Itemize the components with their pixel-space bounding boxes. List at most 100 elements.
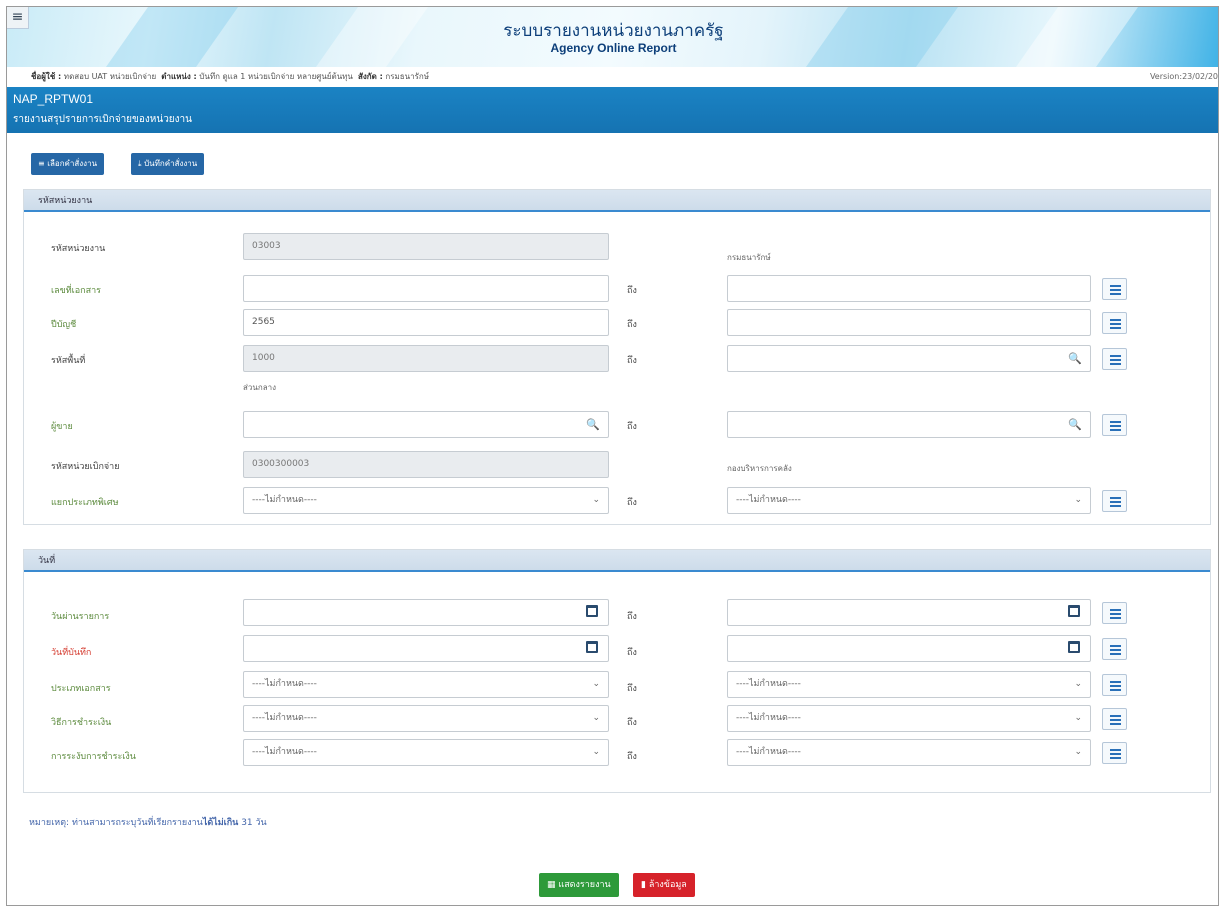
report-icon: ▦ xyxy=(547,880,556,890)
agency-code-label: รหัสหน่วยงาน xyxy=(51,244,106,254)
selected-value: ----ไม่กำหนด---- xyxy=(736,713,801,723)
banner: ≡ ระบบรายงานหน่วยงานภาครัฐ Agency Online… xyxy=(7,7,1218,67)
search-icon[interactable]: 🔍 xyxy=(1068,412,1082,437)
selected-value: ----ไม่กำหนด---- xyxy=(252,747,317,757)
user-label: ชื่อผู้ใช้ : xyxy=(31,72,62,81)
area-name-text: ส่วนกลาง xyxy=(243,383,276,392)
payment-block-from-select[interactable]: ----ไม่กำหนด---- ⌄ xyxy=(243,739,609,766)
save-command-label: บันทึกคำสั่งงาน xyxy=(144,159,198,168)
special-type-to-select[interactable]: ----ไม่กำหนด---- ⌄ xyxy=(727,487,1091,514)
chevron-down-icon: ⌄ xyxy=(592,679,600,689)
date-range-note: หมายเหตุ: ท่านสามารถระบุวันที่เรียกรายงา… xyxy=(29,815,267,829)
show-report-button[interactable]: ▦ แสดงรายงาน xyxy=(539,873,619,897)
vendor-to-input[interactable]: 🔍 xyxy=(727,411,1091,438)
selected-value: ----ไม่กำหนด---- xyxy=(736,679,801,689)
doc-number-from-input[interactable] xyxy=(243,275,609,302)
report-code: NAP_RPTW01 xyxy=(13,92,94,106)
record-date-list-button[interactable] xyxy=(1102,638,1127,660)
user-value: ทดสอบ UAT หน่วยเบิกจ่าย xyxy=(63,72,157,81)
area-code-to-input[interactable]: 🔍 xyxy=(727,345,1091,372)
calendar-icon[interactable] xyxy=(1068,605,1080,617)
select-command-label: เลือกคำสั่งงาน xyxy=(47,159,98,168)
clear-data-button[interactable]: ▮ ล้างข้อมูล xyxy=(633,873,695,897)
to-label: ถึง xyxy=(627,356,637,366)
payment-method-label: วิธีการชำระเงิน xyxy=(51,718,112,728)
note-emphasis: ได้ไม่เกิน xyxy=(202,818,239,828)
select-command-button[interactable]: ≡ เลือกคำสั่งงาน xyxy=(31,153,105,175)
clear-data-label: ล้างข้อมูล xyxy=(648,880,687,890)
disbursement-unit-name: กองบริหารการคลัง xyxy=(727,464,792,473)
doc-number-to-input[interactable] xyxy=(727,275,1091,302)
to-label: ถึง xyxy=(627,422,637,432)
list-icon: ≡ xyxy=(38,159,45,168)
record-date-from-input[interactable] xyxy=(243,635,609,662)
vendor-list-button[interactable] xyxy=(1102,414,1127,436)
disbursement-unit-field[interactable]: 0300300003 xyxy=(243,451,609,478)
to-label: ถึง xyxy=(627,684,637,694)
doc-type-to-select[interactable]: ----ไม่กำหนด---- ⌄ xyxy=(727,671,1091,698)
chevron-down-icon: ⌄ xyxy=(1074,713,1082,723)
fiscal-year-to-input[interactable] xyxy=(727,309,1091,336)
area-code-from-field[interactable]: 1000 xyxy=(243,345,609,372)
agency-name-text: กรมธนารักษ์ xyxy=(727,253,771,262)
area-code-list-button[interactable] xyxy=(1102,348,1127,370)
special-type-label: แยกประเภทพิเศษ xyxy=(51,498,119,508)
position-label: ตำแหน่ง : xyxy=(161,72,197,81)
area-code-label: รหัสพื้นที่ xyxy=(51,356,86,366)
posting-date-list-button[interactable] xyxy=(1102,602,1127,624)
fiscal-year-list-button[interactable] xyxy=(1102,312,1127,334)
chevron-down-icon: ⌄ xyxy=(592,713,600,723)
selected-value: ----ไม่กำหนด---- xyxy=(736,495,801,505)
special-type-list-button[interactable] xyxy=(1102,490,1127,512)
note-text: หมายเหตุ: ท่านสามารถระบุวันที่เรียกรายงา… xyxy=(29,818,203,828)
doc-number-list-button[interactable] xyxy=(1102,278,1127,300)
section-title: วันที่ xyxy=(24,550,1210,572)
doc-type-from-select[interactable]: ----ไม่กำหนด---- ⌄ xyxy=(243,671,609,698)
posting-date-from-input[interactable] xyxy=(243,599,609,626)
doc-type-list-button[interactable] xyxy=(1102,674,1127,696)
payment-block-list-button[interactable] xyxy=(1102,742,1127,764)
special-type-from-select[interactable]: ----ไม่กำหนด---- ⌄ xyxy=(243,487,609,514)
search-icon[interactable]: 🔍 xyxy=(586,412,600,437)
fiscal-year-from-input[interactable]: 2565 xyxy=(243,309,609,336)
posting-date-to-input[interactable] xyxy=(727,599,1091,626)
record-date-label: วันที่บันทึก xyxy=(51,648,92,658)
payment-block-to-select[interactable]: ----ไม่กำหนด---- ⌄ xyxy=(727,739,1091,766)
record-date-to-input[interactable] xyxy=(727,635,1091,662)
payment-method-to-select[interactable]: ----ไม่กำหนด---- ⌄ xyxy=(727,705,1091,732)
payment-method-from-select[interactable]: ----ไม่กำหนด---- ⌄ xyxy=(243,705,609,732)
show-report-label: แสดงรายงาน xyxy=(558,880,611,890)
calendar-icon[interactable] xyxy=(1068,641,1080,653)
fiscal-year-label: ปีบัญชี xyxy=(51,320,77,330)
calendar-icon[interactable] xyxy=(586,641,598,653)
to-label: ถึง xyxy=(627,648,637,658)
save-command-button[interactable]: ⤓ บันทึกคำสั่งงาน xyxy=(131,153,205,175)
calendar-icon[interactable] xyxy=(586,605,598,617)
version-text: Version:23/02/20 xyxy=(1149,72,1218,81)
agency-code-field[interactable]: 03003 xyxy=(243,233,609,260)
selected-value: ----ไม่กำหนด---- xyxy=(252,679,317,689)
vendor-label: ผู้ขาย xyxy=(51,422,73,432)
section-title: รหัสหน่วยงาน xyxy=(24,190,1210,212)
chevron-down-icon: ⌄ xyxy=(592,495,600,505)
report-name: รายงานสรุปรายการเบิกจ่ายของหน่วยงาน xyxy=(13,114,193,125)
payment-method-list-button[interactable] xyxy=(1102,708,1127,730)
affiliation-label: สังกัด : xyxy=(358,72,383,81)
selected-value: ----ไม่กำหนด---- xyxy=(252,495,317,505)
to-label: ถึง xyxy=(627,320,637,330)
payment-block-label: การระงับการชำระเงิน xyxy=(51,752,136,762)
download-icon: ⤓ xyxy=(138,159,142,168)
app-window: ≡ ระบบรายงานหน่วยงานภาครัฐ Agency Online… xyxy=(6,6,1219,906)
selected-value: ----ไม่กำหนด---- xyxy=(736,747,801,757)
vendor-from-input[interactable]: 🔍 xyxy=(243,411,609,438)
to-label: ถึง xyxy=(627,498,637,508)
user-info-bar: ชื่อผู้ใช้ : ทดสอบ UAT หน่วยเบิกจ่าย ตำแ… xyxy=(7,67,1218,87)
note-limit: 31 วัน xyxy=(238,818,267,828)
posting-date-label: วันผ่านรายการ xyxy=(51,612,110,622)
search-icon[interactable]: 🔍 xyxy=(1068,346,1082,371)
affiliation-value: กรมธนารักษ์ xyxy=(385,72,430,81)
chevron-down-icon: ⌄ xyxy=(1074,679,1082,689)
chevron-down-icon: ⌄ xyxy=(592,747,600,757)
trash-icon: ▮ xyxy=(641,880,646,890)
app-title-english: Agency Online Report xyxy=(550,41,677,55)
